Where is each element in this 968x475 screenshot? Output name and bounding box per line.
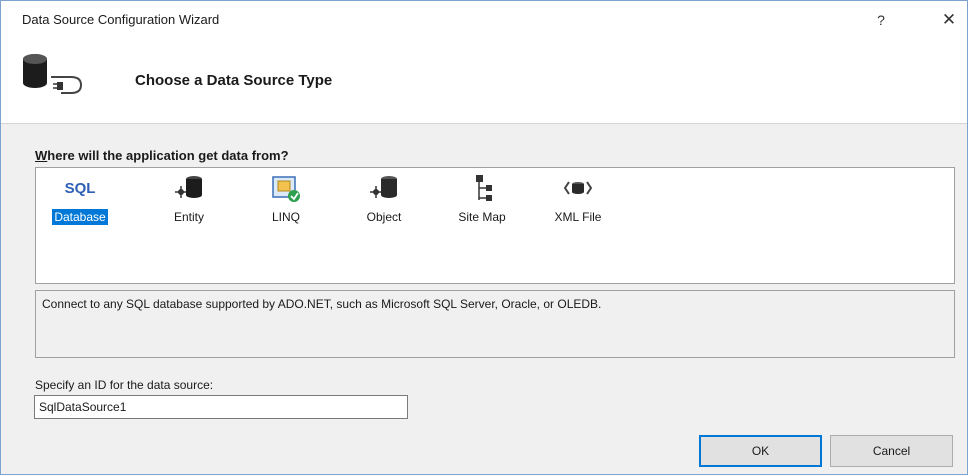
- list-item-linq[interactable]: LINQ: [246, 174, 326, 232]
- list-item-xml-file[interactable]: XML File: [538, 174, 618, 232]
- description-panel: Connect to any SQL database supported by…: [35, 290, 955, 358]
- list-item-entity[interactable]: Entity: [149, 174, 229, 232]
- database-connection-icon: [21, 51, 93, 108]
- data-source-prompt: Where will the application get data from…: [35, 148, 289, 163]
- list-item-label: LINQ: [271, 210, 300, 224]
- prompt-text: here will the application get data from?: [47, 148, 289, 163]
- title-bar: Data Source Configuration Wizard ? ✕: [1, 1, 967, 39]
- data-source-id-label: Specify an ID for the data source:: [35, 378, 214, 392]
- data-source-type-list[interactable]: SQL Database Entity LINQ Object Site Map…: [35, 167, 955, 284]
- close-button[interactable]: ✕: [936, 8, 962, 32]
- window-title: Data Source Configuration Wizard: [22, 12, 220, 27]
- list-item-label: Database: [52, 209, 108, 225]
- list-item-label: Object: [366, 210, 402, 224]
- prompt-access-key: W: [35, 148, 48, 163]
- linq-icon: [246, 174, 326, 204]
- wizard-header: Choose a Data Source Type: [1, 39, 967, 124]
- list-item-label: XML File: [554, 210, 602, 224]
- object-icon: [344, 174, 424, 204]
- description-text: Connect to any SQL database supported by…: [42, 297, 602, 311]
- ok-button[interactable]: OK: [699, 435, 822, 467]
- data-source-id-input[interactable]: [34, 395, 408, 419]
- list-item-label: Entity: [173, 210, 204, 224]
- entity-icon: [149, 174, 229, 204]
- sql-icon: SQL: [40, 174, 120, 204]
- list-item-database[interactable]: SQL Database: [40, 174, 120, 232]
- page-title: Choose a Data Source Type: [135, 72, 333, 89]
- data-source-wizard-dialog: Data Source Configuration Wizard ? ✕ Cho…: [0, 0, 968, 475]
- svg-text:SQL: SQL: [65, 180, 96, 197]
- list-item-site-map[interactable]: Site Map: [442, 174, 522, 232]
- cancel-button[interactable]: Cancel: [830, 435, 953, 467]
- list-item-object[interactable]: Object: [344, 174, 424, 232]
- site-map-icon: [442, 174, 522, 204]
- help-button[interactable]: ?: [869, 9, 893, 31]
- list-item-label: Site Map: [458, 210, 506, 224]
- xml-file-icon: [538, 174, 618, 204]
